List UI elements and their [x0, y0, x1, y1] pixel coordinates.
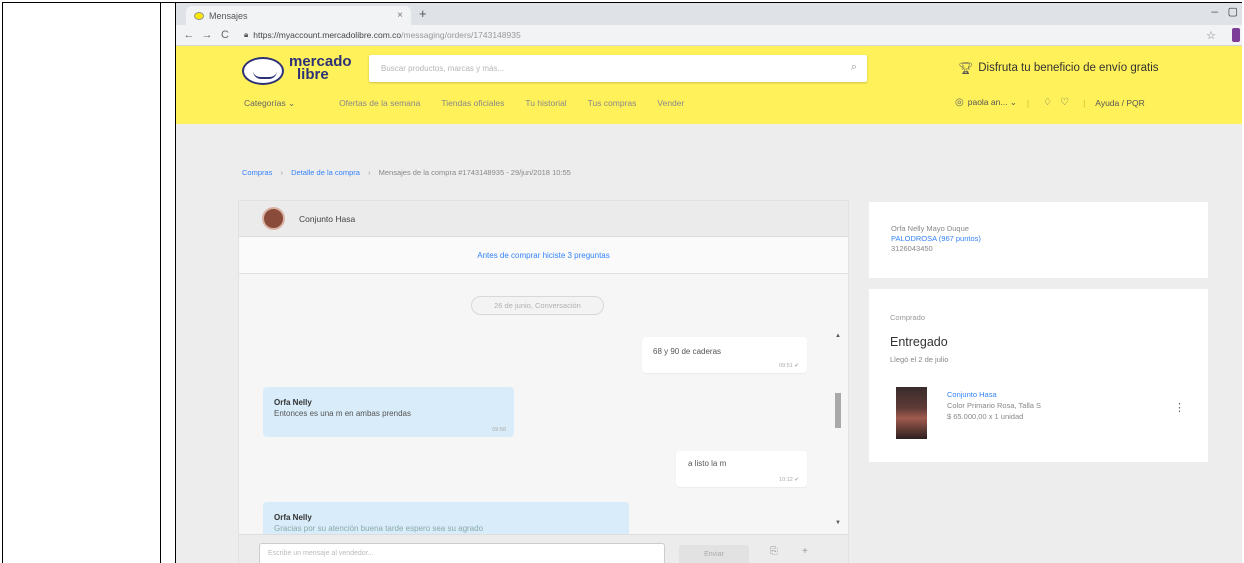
heart-icon[interactable]: ♡ — [1060, 97, 1069, 108]
browser-window: Mensajes × + – ▢ ← → C 🔒︎ https://myacco… — [176, 3, 1242, 563]
purchase-label: Comprado — [890, 313, 926, 322]
nav-item-ofertas[interactable]: Ofertas de la semana — [339, 98, 420, 109]
bookmark-star-icon[interactable]: ☆ — [1206, 29, 1216, 42]
tab-title: Mensajes — [209, 10, 248, 21]
search-placeholder: Buscar productos, marcas y más... — [381, 64, 505, 73]
screenshot-frame: Mensajes × + – ▢ ← → C 🔒︎ https://myacco… — [0, 0, 1244, 563]
address-bar: ← → C 🔒︎ https://myaccount.mercadolibre.… — [176, 25, 1242, 46]
back-button[interactable]: ← — [182, 29, 196, 41]
mercadolibre-logo[interactable]: mercado libre — [242, 54, 372, 88]
bell-icon[interactable]: ♢ — [1043, 97, 1052, 108]
url-path: /messaging/orders/1743148935 — [401, 30, 521, 40]
free-shipping-promo[interactable]: 🏆︎ Disfruta tu beneficio de envío gratis — [958, 61, 1159, 75]
message-text: Gracias por su atención buena tarde espe… — [274, 524, 484, 533]
close-tab-icon[interactable]: × — [397, 10, 403, 21]
maximize-button[interactable]: ▢ — [1228, 5, 1238, 18]
nav-item-tiendas[interactable]: Tiendas oficiales — [441, 98, 504, 109]
url-field[interactable]: 🔒︎ https://myaccount.mercadolibre.com.co… — [244, 30, 521, 40]
buyer-nickname[interactable]: PALODROSA (967 puntos) — [891, 234, 1208, 244]
seller-avatar — [262, 207, 285, 230]
product-price: $ 65.000,00 x 1 unidad — [947, 412, 1024, 421]
delivery-status: Entregado — [890, 335, 948, 349]
nav-item-historial[interactable]: Tu historial — [525, 98, 566, 109]
message-input[interactable]: Escribe un mensaje al vendedor... — [259, 543, 665, 563]
message-composer: Escribe un mensaje al vendedor... Enviar… — [239, 534, 848, 563]
add-icon[interactable]: + — [802, 546, 808, 557]
message-text: Entonces es una m en ambas prendas — [274, 409, 411, 418]
scroll-up-icon[interactable]: ▲ — [835, 333, 841, 339]
breadcrumb-separator: › — [280, 168, 284, 177]
main-nav: Categorías ⌄ Ofertas de la semana Tienda… — [244, 98, 705, 109]
buyer-info-card: Orfa Nelly Mayo Duque PALODROSA (967 pun… — [868, 201, 1209, 279]
url-domain: https://myaccount.mercadolibre.com.co — [253, 30, 402, 40]
purchase-card: Comprado Entregado Llegó el 2 de julio C… — [868, 288, 1209, 463]
minimize-button[interactable]: – — [1211, 4, 1218, 18]
breadcrumb-separator: › — [368, 168, 371, 177]
reload-button[interactable]: C — [218, 29, 232, 41]
product-name[interactable]: Conjunto Hasa — [947, 390, 997, 399]
message-time: 09:51 ✔ — [779, 363, 799, 369]
table-divider — [160, 2, 161, 563]
message-text: a listo la m — [688, 459, 727, 468]
nav-item-compras[interactable]: Tus compras — [588, 98, 637, 109]
breadcrumb-compras[interactable]: Compras — [242, 168, 272, 177]
site-header: mercado libre Buscar productos, marcas y… — [176, 46, 1242, 124]
message-author: Orfa Nelly — [274, 398, 312, 407]
message-bubble-outgoing: a listo la m 10:12 ✔ — [676, 451, 807, 487]
pre-purchase-questions-link[interactable]: Antes de comprar hiciste 3 preguntas — [239, 237, 848, 274]
message-text: 68 y 90 de caderas — [653, 347, 722, 356]
nav-separator: | — [1083, 97, 1086, 108]
message-time: 10:12 ✔ — [779, 477, 799, 483]
seller-name: Conjunto Hasa — [299, 213, 356, 224]
search-icon[interactable]: ⌕ — [851, 61, 857, 74]
message-time: 09:58 — [492, 427, 506, 433]
breadcrumb-current: Mensajes de la compra #1743148935 - 29/j… — [378, 168, 571, 177]
breadcrumb: Compras › Detalle de la compra › Mensaje… — [242, 168, 571, 177]
scrollbar-thumb[interactable] — [835, 393, 841, 428]
user-avatar-icon: ◎ — [955, 97, 964, 108]
chat-header: Conjunto Hasa — [239, 201, 848, 237]
buyer-phone: 3126043450 — [891, 244, 933, 253]
nav-separator: | — [1026, 97, 1030, 108]
chat-panel: Conjunto Hasa Antes de comprar hiciste 3… — [238, 200, 849, 563]
date-pill: 26 de junio, Conversación — [471, 296, 604, 315]
user-nav: ◎ paola an... ⌄ | ♢ ♡ | Ayuda / PQR — [955, 97, 1145, 108]
send-button[interactable]: Enviar — [679, 545, 749, 563]
breadcrumb-detalle[interactable]: Detalle de la compra — [291, 168, 360, 177]
promo-text: Disfruta tu beneficio de envío gratis — [978, 62, 1159, 74]
nav-item-vender[interactable]: Vender — [657, 98, 684, 109]
trophy-icon: 🏆︎ — [958, 61, 974, 75]
arrival-date: Llegó el 2 de julio — [890, 355, 949, 364]
new-tab-button[interactable]: + — [419, 6, 427, 21]
message-bubble-incoming: Orfa Nelly Entonces es una m en ambas pr… — [263, 387, 514, 437]
buyer-name: Orfa Nelly Mayo Duque — [891, 224, 969, 233]
tab-strip: Mensajes × + – ▢ — [176, 3, 1242, 25]
handshake-logo-icon — [242, 57, 284, 85]
search-input[interactable]: Buscar productos, marcas y más... ⌕ — [369, 55, 867, 82]
mercadolibre-favicon-icon — [194, 11, 204, 20]
attach-icon[interactable]: ⎘ — [770, 546, 778, 557]
chat-scrollbar[interactable]: ▲ ▼ — [835, 333, 841, 526]
message-bubble-outgoing: 68 y 90 de caderas 09:51 ✔ — [642, 337, 807, 373]
more-options-icon[interactable]: ⋮ — [1174, 401, 1185, 414]
nav-item-categorias[interactable]: Categorías ⌄ — [244, 98, 295, 109]
lock-icon: 🔒︎ — [244, 30, 249, 39]
forward-button[interactable]: → — [200, 29, 214, 41]
extension-icon[interactable] — [1232, 28, 1240, 42]
help-link[interactable]: Ayuda / PQR — [1095, 98, 1144, 108]
product-thumbnail[interactable] — [896, 387, 927, 439]
user-menu[interactable]: paola an... ⌄ — [968, 97, 1017, 108]
browser-tab[interactable]: Mensajes × — [186, 6, 411, 25]
product-variation: Color Primario Rosa, Talla S — [947, 401, 1042, 410]
scroll-down-icon[interactable]: ▼ — [835, 520, 841, 526]
message-author: Orfa Nelly — [274, 513, 312, 522]
